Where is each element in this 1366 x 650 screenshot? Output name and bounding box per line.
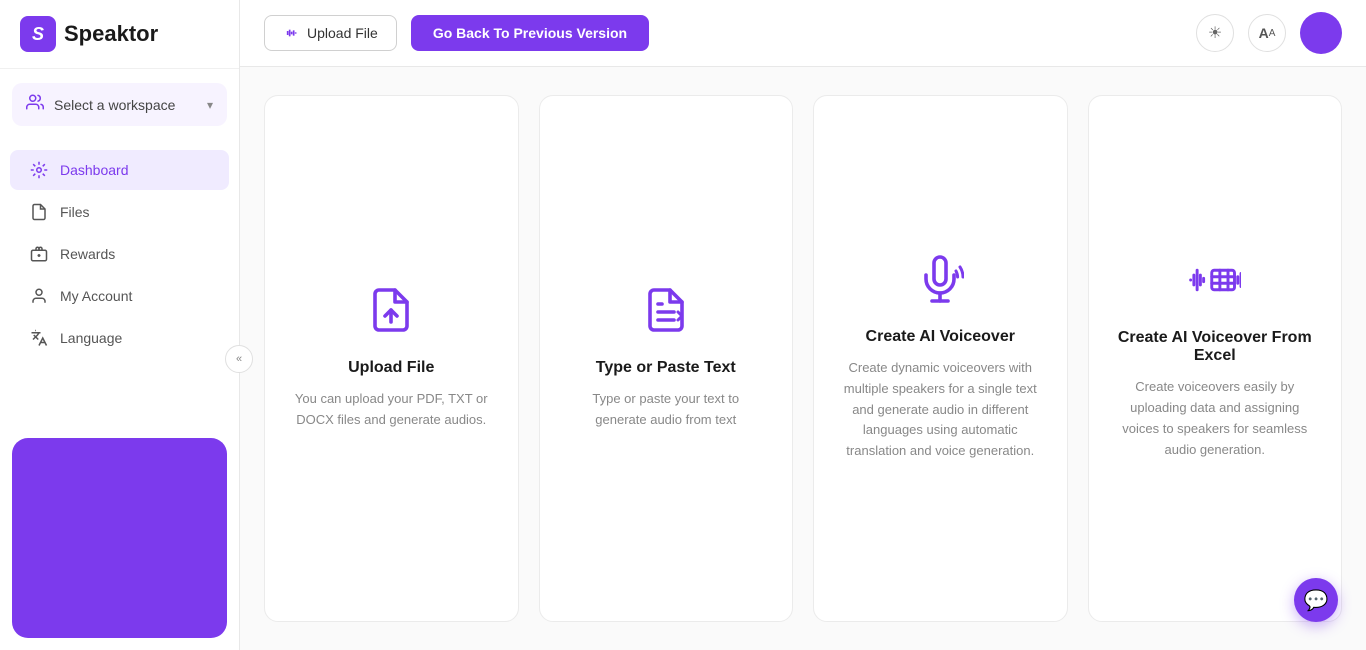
- theme-toggle-button[interactable]: ☀: [1196, 14, 1234, 52]
- my-account-label: My Account: [60, 288, 132, 304]
- waveform-icon: [283, 25, 299, 41]
- type-paste-card-desc: Type or paste your text to generate audi…: [566, 389, 766, 431]
- upload-file-card-title: Upload File: [348, 359, 434, 377]
- ai-voiceover-excel-card-icon: [1189, 256, 1241, 311]
- collapse-icon: «: [236, 353, 242, 365]
- sidebar-item-files[interactable]: Files: [10, 192, 229, 232]
- translate-icon: A: [1259, 25, 1269, 41]
- language-label: Language: [60, 330, 122, 346]
- rewards-label: Rewards: [60, 246, 115, 262]
- ai-voiceover-excel-card-desc: Create voiceovers easily by uploading da…: [1115, 377, 1315, 460]
- workspace-icon: [26, 93, 44, 116]
- upload-file-card-icon: [367, 286, 415, 341]
- topbar-right: ☀ A A: [1196, 12, 1342, 54]
- collapse-sidebar-button[interactable]: «: [225, 345, 253, 373]
- ai-voiceover-card-desc: Create dynamic voiceovers with multiple …: [840, 358, 1040, 462]
- ai-voiceover-excel-card-title: Create AI Voiceover From Excel: [1113, 329, 1318, 365]
- files-icon: [30, 203, 48, 221]
- translate-button[interactable]: A A: [1248, 14, 1286, 52]
- card-ai-voiceover-excel[interactable]: Create AI Voiceover From Excel Create vo…: [1088, 95, 1343, 622]
- go-back-button[interactable]: Go Back To Previous Version: [411, 15, 649, 51]
- translate-sub-icon: A: [1269, 28, 1276, 39]
- ai-voiceover-card-icon: [916, 255, 964, 310]
- my-account-icon: [30, 287, 48, 305]
- logo-letter: S: [32, 24, 44, 45]
- logo-icon: S: [20, 16, 56, 52]
- ai-voiceover-card-title: Create AI Voiceover: [866, 328, 1015, 346]
- account-banner: [12, 438, 227, 638]
- upload-file-button[interactable]: Upload File: [264, 15, 397, 51]
- workspace-label: Select a workspace: [54, 97, 197, 113]
- sidebar-item-my-account[interactable]: My Account: [10, 276, 229, 316]
- topbar-left: Upload File Go Back To Previous Version: [264, 15, 649, 51]
- sidebar-item-language[interactable]: Language: [10, 318, 229, 358]
- upload-file-card-desc: You can upload your PDF, TXT or DOCX fil…: [291, 389, 491, 431]
- card-type-paste[interactable]: Type or Paste Text Type or paste your te…: [539, 95, 794, 622]
- files-label: Files: [60, 204, 90, 220]
- nav-section: Dashboard Files Rewards My: [0, 140, 239, 426]
- card-upload-file[interactable]: Upload File You can upload your PDF, TXT…: [264, 95, 519, 622]
- user-avatar[interactable]: [1300, 12, 1342, 54]
- language-icon: [30, 329, 48, 347]
- workspace-selector[interactable]: Select a workspace ▾: [12, 83, 227, 126]
- dashboard-label: Dashboard: [60, 162, 129, 178]
- type-paste-card-title: Type or Paste Text: [596, 359, 736, 377]
- sidebar-item-dashboard[interactable]: Dashboard: [10, 150, 229, 190]
- card-ai-voiceover[interactable]: Create AI Voiceover Create dynamic voice…: [813, 95, 1068, 622]
- chevron-down-icon: ▾: [207, 98, 213, 112]
- app-name: Speaktor: [64, 21, 158, 47]
- dashboard-icon: [30, 161, 48, 179]
- sidebar: S Speaktor Select a workspace ▾ Dashboar…: [0, 0, 240, 650]
- upload-button-label: Upload File: [307, 25, 378, 41]
- type-paste-card-icon: [642, 286, 690, 341]
- main-content: Upload File Go Back To Previous Version …: [240, 0, 1366, 650]
- chat-icon: 💬: [1304, 588, 1329, 613]
- sun-icon: ☀: [1208, 23, 1222, 43]
- rewards-icon: [30, 245, 48, 263]
- cards-area: Upload File You can upload your PDF, TXT…: [240, 67, 1366, 650]
- logo-area: S Speaktor: [0, 0, 239, 69]
- chat-support-button[interactable]: 💬: [1294, 578, 1338, 622]
- sidebar-item-rewards[interactable]: Rewards: [10, 234, 229, 274]
- topbar: Upload File Go Back To Previous Version …: [240, 0, 1366, 67]
